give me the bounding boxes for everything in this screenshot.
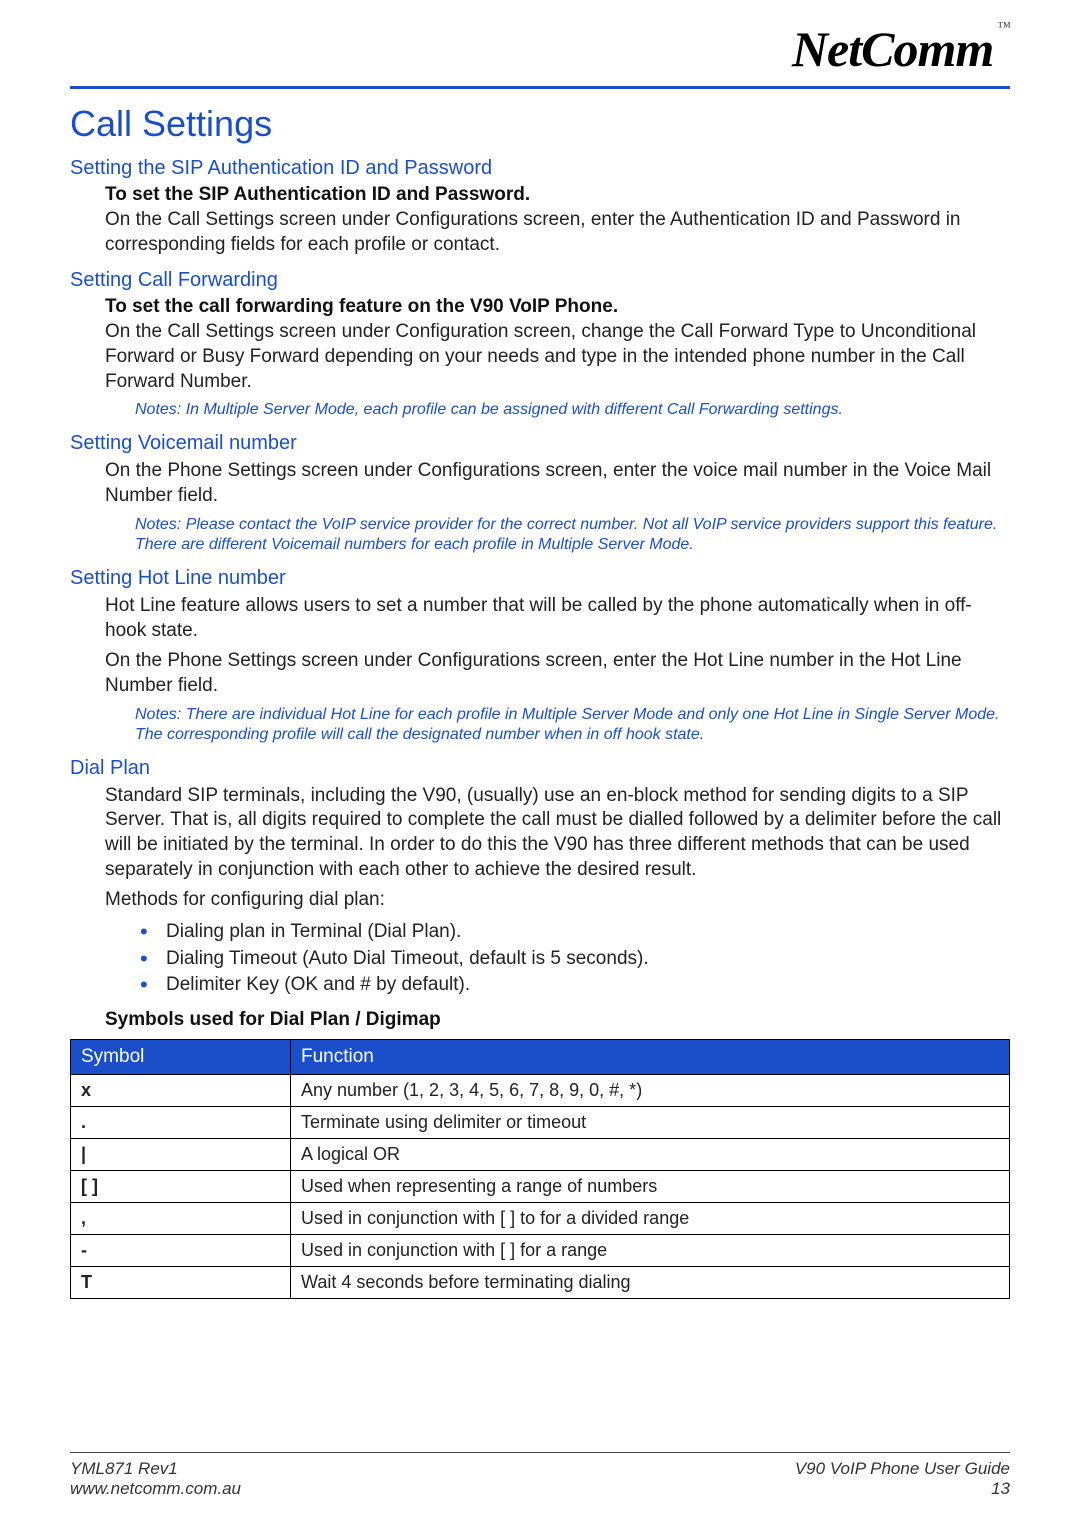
hot-note: Notes: There are individual Hot Line for…	[135, 705, 1010, 745]
symbol-cell: T	[71, 1266, 291, 1298]
section-heading-vm: Setting Voicemail number	[70, 432, 1010, 455]
table-row: TWait 4 seconds before terminating diali…	[71, 1266, 1010, 1298]
section-heading-hot: Setting Hot Line number	[70, 567, 1010, 590]
table-row: -Used in conjunction with [ ] for a rang…	[71, 1234, 1010, 1266]
table-row: [ ]Used when representing a range of num…	[71, 1170, 1010, 1202]
col-header-function: Function	[291, 1039, 1010, 1074]
symbol-cell: .	[71, 1106, 291, 1138]
function-cell: Used in conjunction with [ ] for a range	[291, 1234, 1010, 1266]
function-cell: Any number (1, 2, 3, 4, 5, 6, 7, 8, 9, 0…	[291, 1074, 1010, 1106]
brand-name: NetComm	[792, 21, 993, 77]
trademark-icon: ™	[997, 20, 1010, 35]
sip-body: On the Call Settings screen under Config…	[105, 208, 1010, 257]
doc-id: YML871 Rev1	[70, 1459, 241, 1479]
hot-body2: On the Phone Settings screen under Confi…	[105, 649, 1010, 698]
page-header: NetComm ™	[70, 20, 1010, 89]
symbol-cell: [ ]	[71, 1170, 291, 1202]
fwd-note: Notes: In Multiple Server Mode, each pro…	[135, 400, 1010, 420]
brand-logo: NetComm ™	[792, 20, 1010, 78]
vm-body: On the Phone Settings screen under Confi…	[105, 459, 1010, 508]
col-header-symbol: Symbol	[71, 1039, 291, 1074]
function-cell: Terminate using delimiter or timeout	[291, 1106, 1010, 1138]
footer-left: YML871 Rev1 www.netcomm.com.au	[70, 1459, 241, 1499]
vm-note: Notes: Please contact the VoIP service p…	[135, 515, 1010, 555]
table-row: ,Used in conjunction with [ ] to for a d…	[71, 1202, 1010, 1234]
table-row: .Terminate using delimiter or timeout	[71, 1106, 1010, 1138]
section-heading-dial: Dial Plan	[70, 757, 1010, 780]
table-title: Symbols used for Dial Plan / Digimap	[105, 1009, 1010, 1031]
dial-body1: Standard SIP terminals, including the V9…	[105, 784, 1010, 883]
sip-lead: To set the SIP Authentication ID and Pas…	[105, 184, 1010, 206]
section-heading-sip: Setting the SIP Authentication ID and Pa…	[70, 157, 1010, 180]
function-cell: A logical OR	[291, 1138, 1010, 1170]
page-number: 13	[795, 1479, 1010, 1499]
symbol-cell: -	[71, 1234, 291, 1266]
section-heading-fwd: Setting Call Forwarding	[70, 269, 1010, 292]
footer-right: V90 VoIP Phone User Guide 13	[795, 1459, 1010, 1499]
list-item: Delimiter Key (OK and # by default).	[140, 972, 1010, 999]
function-cell: Used in conjunction with [ ] to for a di…	[291, 1202, 1010, 1234]
table-row: xAny number (1, 2, 3, 4, 5, 6, 7, 8, 9, …	[71, 1074, 1010, 1106]
symbol-cell: ,	[71, 1202, 291, 1234]
doc-url: www.netcomm.com.au	[70, 1479, 241, 1499]
list-item: Dialing Timeout (Auto Dial Timeout, defa…	[140, 946, 1010, 973]
hot-body1: Hot Line feature allows users to set a n…	[105, 594, 1010, 643]
page-footer: YML871 Rev1 www.netcomm.com.au V90 VoIP …	[70, 1452, 1010, 1499]
symbols-table: Symbol Function xAny number (1, 2, 3, 4,…	[70, 1039, 1010, 1299]
dial-bullets: Dialing plan in Terminal (Dial Plan). Di…	[140, 919, 1010, 999]
function-cell: Used when representing a range of number…	[291, 1170, 1010, 1202]
list-item: Dialing plan in Terminal (Dial Plan).	[140, 919, 1010, 946]
doc-title: V90 VoIP Phone User Guide	[795, 1459, 1010, 1479]
symbol-cell: x	[71, 1074, 291, 1106]
symbol-cell: |	[71, 1138, 291, 1170]
fwd-lead: To set the call forwarding feature on th…	[105, 296, 1010, 318]
page-title: Call Settings	[70, 103, 1010, 145]
table-row: |A logical OR	[71, 1138, 1010, 1170]
function-cell: Wait 4 seconds before terminating dialin…	[291, 1266, 1010, 1298]
dial-body2: Methods for configuring dial plan:	[105, 888, 1010, 913]
fwd-body: On the Call Settings screen under Config…	[105, 320, 1010, 394]
